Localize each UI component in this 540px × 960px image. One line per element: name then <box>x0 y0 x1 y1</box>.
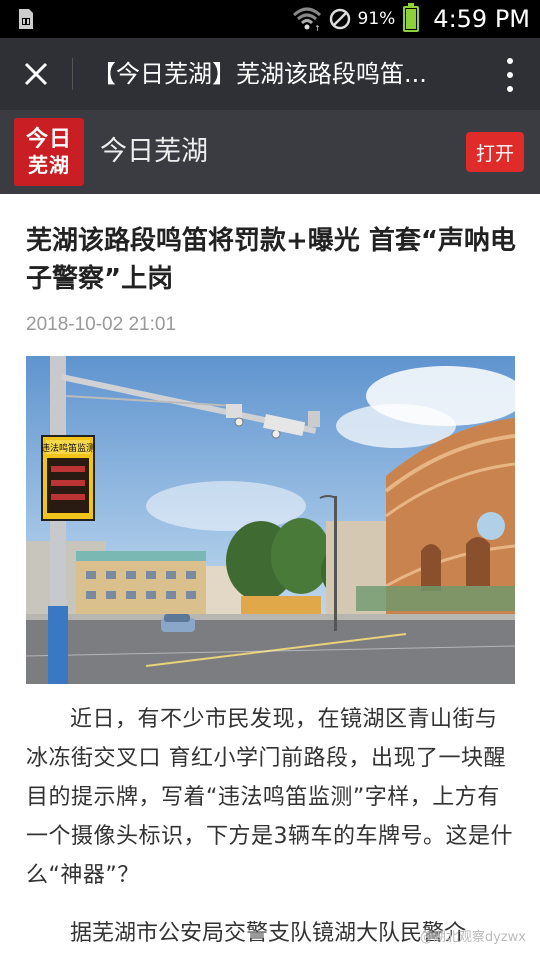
nav-bar: 【今日芜湖】芜湖该路段鸣笛... <box>0 38 540 110</box>
battery-icon <box>403 3 420 32</box>
clock: 4:59 PM <box>433 5 530 33</box>
open-button[interactable]: 打开 <box>466 132 524 172</box>
account-name[interactable]: 今日芜湖 <box>100 110 208 194</box>
sim-card-icon <box>19 9 33 29</box>
no-signal-icon <box>329 8 350 30</box>
watermark: @湖北观察dyzwx <box>419 930 526 945</box>
wifi-icon: ↑ <box>292 7 321 32</box>
page-title: 【今日芜湖】芜湖该路段鸣笛... <box>92 60 427 88</box>
account-logo[interactable]: 今日 芜湖 <box>14 118 84 186</box>
more-button[interactable] <box>506 58 514 92</box>
article-paragraph-1: 近日，有不少市民发现，在镜湖区青山街与冰冻街交叉口 育红小学门前路段，出现了一块… <box>26 707 513 888</box>
close-button[interactable] <box>14 52 58 96</box>
close-icon <box>24 62 48 86</box>
status-icons: ↑ 91% 4:59 PM <box>292 0 530 38</box>
svg-text:↑: ↑ <box>314 24 321 32</box>
more-vertical-icon <box>507 58 513 64</box>
status-bar: ↑ 91% 4:59 PM <box>0 0 540 38</box>
article-date: 2018-10-02 21:01 <box>26 314 177 335</box>
article-title: 芜湖该路段鸣笛将罚款+曝光 首套“声呐电子警察”上岗 <box>26 226 516 294</box>
account-bar: 今日 芜湖 今日芜湖 打开 <box>0 110 540 194</box>
logo-line-1: 今日 <box>25 127 72 152</box>
nav-divider <box>72 58 73 90</box>
battery-level <box>406 8 417 29</box>
logo-line-2: 芜湖 <box>28 153 70 177</box>
article-photo: 违法鸣笛监测 <box>26 356 515 684</box>
battery-percent: 91% <box>357 9 396 29</box>
sign-text: 违法鸣笛监测 <box>41 442 95 454</box>
